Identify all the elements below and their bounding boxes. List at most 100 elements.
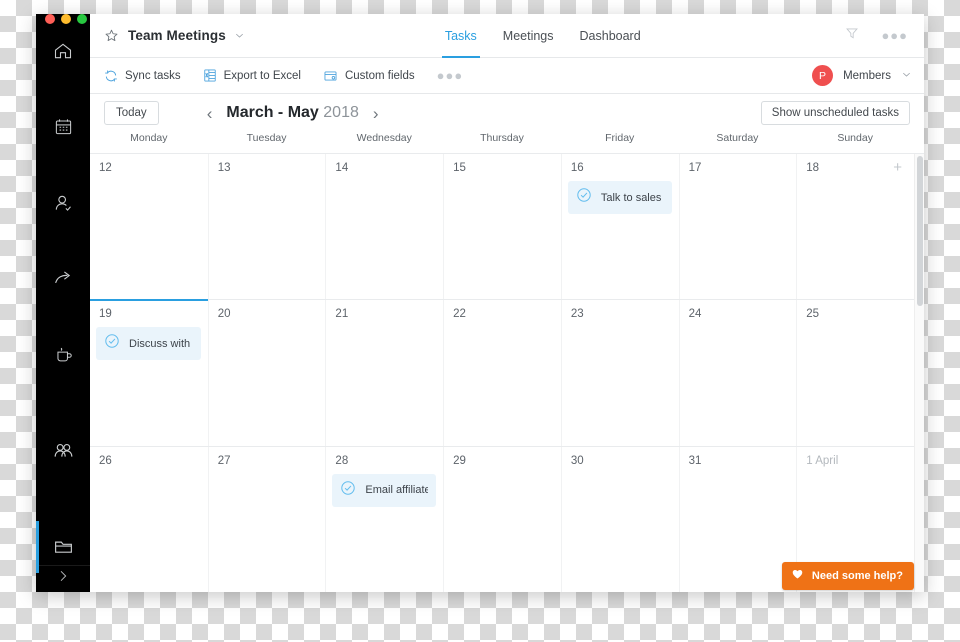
page-title: Team Meetings	[128, 28, 226, 43]
arrow-share-icon	[53, 268, 74, 289]
chevron-left-icon[interactable]: ‹	[207, 105, 213, 122]
home-icon	[53, 41, 73, 61]
star-icon[interactable]	[104, 28, 119, 43]
add-task-plus-icon[interactable]: +	[893, 160, 902, 175]
coffee-cup-icon	[54, 345, 73, 364]
members-chevron-down-icon[interactable]	[901, 67, 912, 85]
sidebar-item-projects[interactable]	[36, 520, 90, 573]
task-check-circle-icon[interactable]	[104, 333, 120, 354]
calendar-day-cell[interactable]: 15	[443, 154, 561, 300]
day-number: 26	[99, 454, 112, 467]
task-card[interactable]: Talk to sales …	[567, 181, 672, 214]
calendar-day-cell[interactable]: 25	[796, 300, 914, 446]
calendar-grid: 12 13 14 15 16 Talk to sales … 17 18 +19 Discuss …	[90, 154, 914, 592]
day-number: 15	[453, 162, 466, 174]
calendar-day-cell[interactable]: 28 Email affiliate…	[325, 446, 443, 592]
date-range-label: March - May 2018	[226, 104, 359, 122]
window-traffic-lights	[36, 14, 90, 25]
need-help-button[interactable]: Need some help?	[781, 562, 914, 590]
day-number: 27	[217, 454, 231, 467]
weekday-tuesday: Tuesday	[246, 132, 287, 144]
close-window-button[interactable]	[45, 14, 55, 25]
show-unscheduled-tasks-button[interactable]: Show unscheduled tasks	[760, 101, 910, 125]
weekday-monday: Monday	[130, 132, 168, 144]
sidebar-item-contacts[interactable]	[36, 185, 90, 221]
sidebar-item-home[interactable]	[36, 33, 90, 69]
sidebar-expand-button[interactable]	[36, 564, 90, 592]
calendar-day-cell[interactable]: 23	[560, 300, 679, 446]
weekday-thursday: Thursday	[480, 132, 524, 144]
task-title: Talk to sales …	[600, 191, 664, 204]
sync-tasks-button[interactable]: Sync tasks	[104, 69, 181, 83]
calendar-day-cell[interactable]: 16 Talk to sales …	[560, 154, 679, 300]
task-card[interactable]: Email affiliate…	[332, 473, 437, 507]
today-button[interactable]: Today	[104, 101, 159, 125]
calendar-day-cell[interactable]: 29	[443, 446, 561, 592]
sidebar-item-calendar[interactable]	[36, 109, 90, 145]
sidebar-item-team[interactable]	[36, 433, 90, 469]
calendar-day-cell[interactable]: 31	[678, 446, 797, 592]
calendar-day-cell[interactable]: 24	[678, 300, 797, 446]
weekday-sunday: Sunday	[837, 132, 873, 144]
task-check-circle-icon[interactable]	[340, 480, 356, 501]
calendar-day-cell[interactable]: 14	[325, 154, 443, 300]
calendar-day-cell[interactable]: 30	[560, 446, 679, 592]
sidebar-item-breaks[interactable]	[36, 337, 90, 373]
day-number: 20	[217, 308, 231, 321]
left-sidebar	[36, 14, 90, 592]
tab-dashboard[interactable]: Dashboard	[580, 14, 641, 58]
tasks-toolbar: Sync tasks Export to Excel Custom fields…	[90, 58, 924, 94]
day-number: 21	[335, 308, 349, 321]
toolbar-more-icon[interactable]: ●●●	[437, 69, 464, 82]
day-number: 13	[217, 162, 231, 174]
filter-funnel-icon[interactable]	[845, 26, 859, 45]
calendar-day-cell[interactable]: 27	[207, 446, 326, 592]
header-actions: ●●●	[845, 26, 912, 45]
sidebar-item-share[interactable]	[36, 261, 90, 297]
chevron-right-icon[interactable]: ›	[373, 105, 379, 122]
app-header: Team Meetings Tasks Meetings Dashboard ●…	[90, 14, 924, 58]
weekday-friday: Friday	[605, 132, 635, 144]
calendar-day-cell[interactable]: 26	[90, 447, 208, 592]
day-number: 22	[453, 308, 466, 321]
day-number: 24	[688, 308, 702, 321]
task-title: Discuss with …	[129, 337, 193, 350]
calendar-icon	[54, 117, 73, 136]
task-card[interactable]: Discuss with …	[96, 327, 201, 361]
sync-tasks-label: Sync tasks	[125, 69, 181, 82]
tab-meetings[interactable]: Meetings	[503, 14, 554, 58]
calendar-day-cell[interactable]: 19 Discuss with …	[90, 300, 208, 445]
chevron-down-icon[interactable]	[234, 30, 245, 41]
calendar-day-cell[interactable]: 13	[207, 154, 326, 300]
calendar-day-cell[interactable]: 17	[678, 154, 797, 300]
day-number: 19	[99, 308, 112, 321]
day-number: 18	[806, 162, 820, 174]
day-number: 23	[570, 308, 584, 321]
export-to-excel-button[interactable]: Export to Excel	[203, 68, 301, 83]
calendar-scroll-area: 12 13 14 15 16 Talk to sales … 17 18 +19 Discuss …	[90, 154, 924, 592]
excel-file-icon	[203, 68, 217, 83]
sidebar-nav	[36, 33, 90, 573]
custom-fields-button[interactable]: Custom fields	[323, 69, 415, 83]
task-title: Email affiliate…	[365, 484, 429, 497]
day-number: 12	[99, 162, 112, 174]
calendar-day-cell[interactable]: 22	[443, 300, 561, 446]
calendar-day-cell[interactable]: 18 +	[796, 154, 914, 300]
calendar-day-cell[interactable]: 12	[90, 154, 208, 299]
task-check-circle-icon[interactable]	[576, 187, 592, 208]
members-area: P Members	[812, 65, 912, 86]
avatar[interactable]: P	[812, 65, 834, 86]
calendar-week-row: 12 13 14 15 16 Talk to sales … 17 18 +	[90, 154, 914, 300]
members-label: Members	[843, 69, 891, 82]
zoom-window-button[interactable]	[77, 14, 87, 25]
vertical-scrollbar[interactable]	[914, 154, 924, 592]
calendar-week-row: 19 Discuss with … 20 21 22 23 24 25	[90, 299, 914, 446]
tab-tasks[interactable]: Tasks	[441, 14, 480, 58]
date-range-year: 2018	[323, 104, 359, 121]
calendar-day-cell[interactable]: 21	[325, 300, 443, 446]
minimize-window-button[interactable]	[61, 14, 71, 25]
scrollbar-thumb[interactable]	[916, 156, 923, 306]
calendar-day-cell[interactable]: 20	[207, 300, 326, 446]
header-more-icon[interactable]: ●●●	[881, 29, 908, 42]
weekday-header: Monday Tuesday Wednesday Thursday Friday…	[90, 132, 924, 154]
